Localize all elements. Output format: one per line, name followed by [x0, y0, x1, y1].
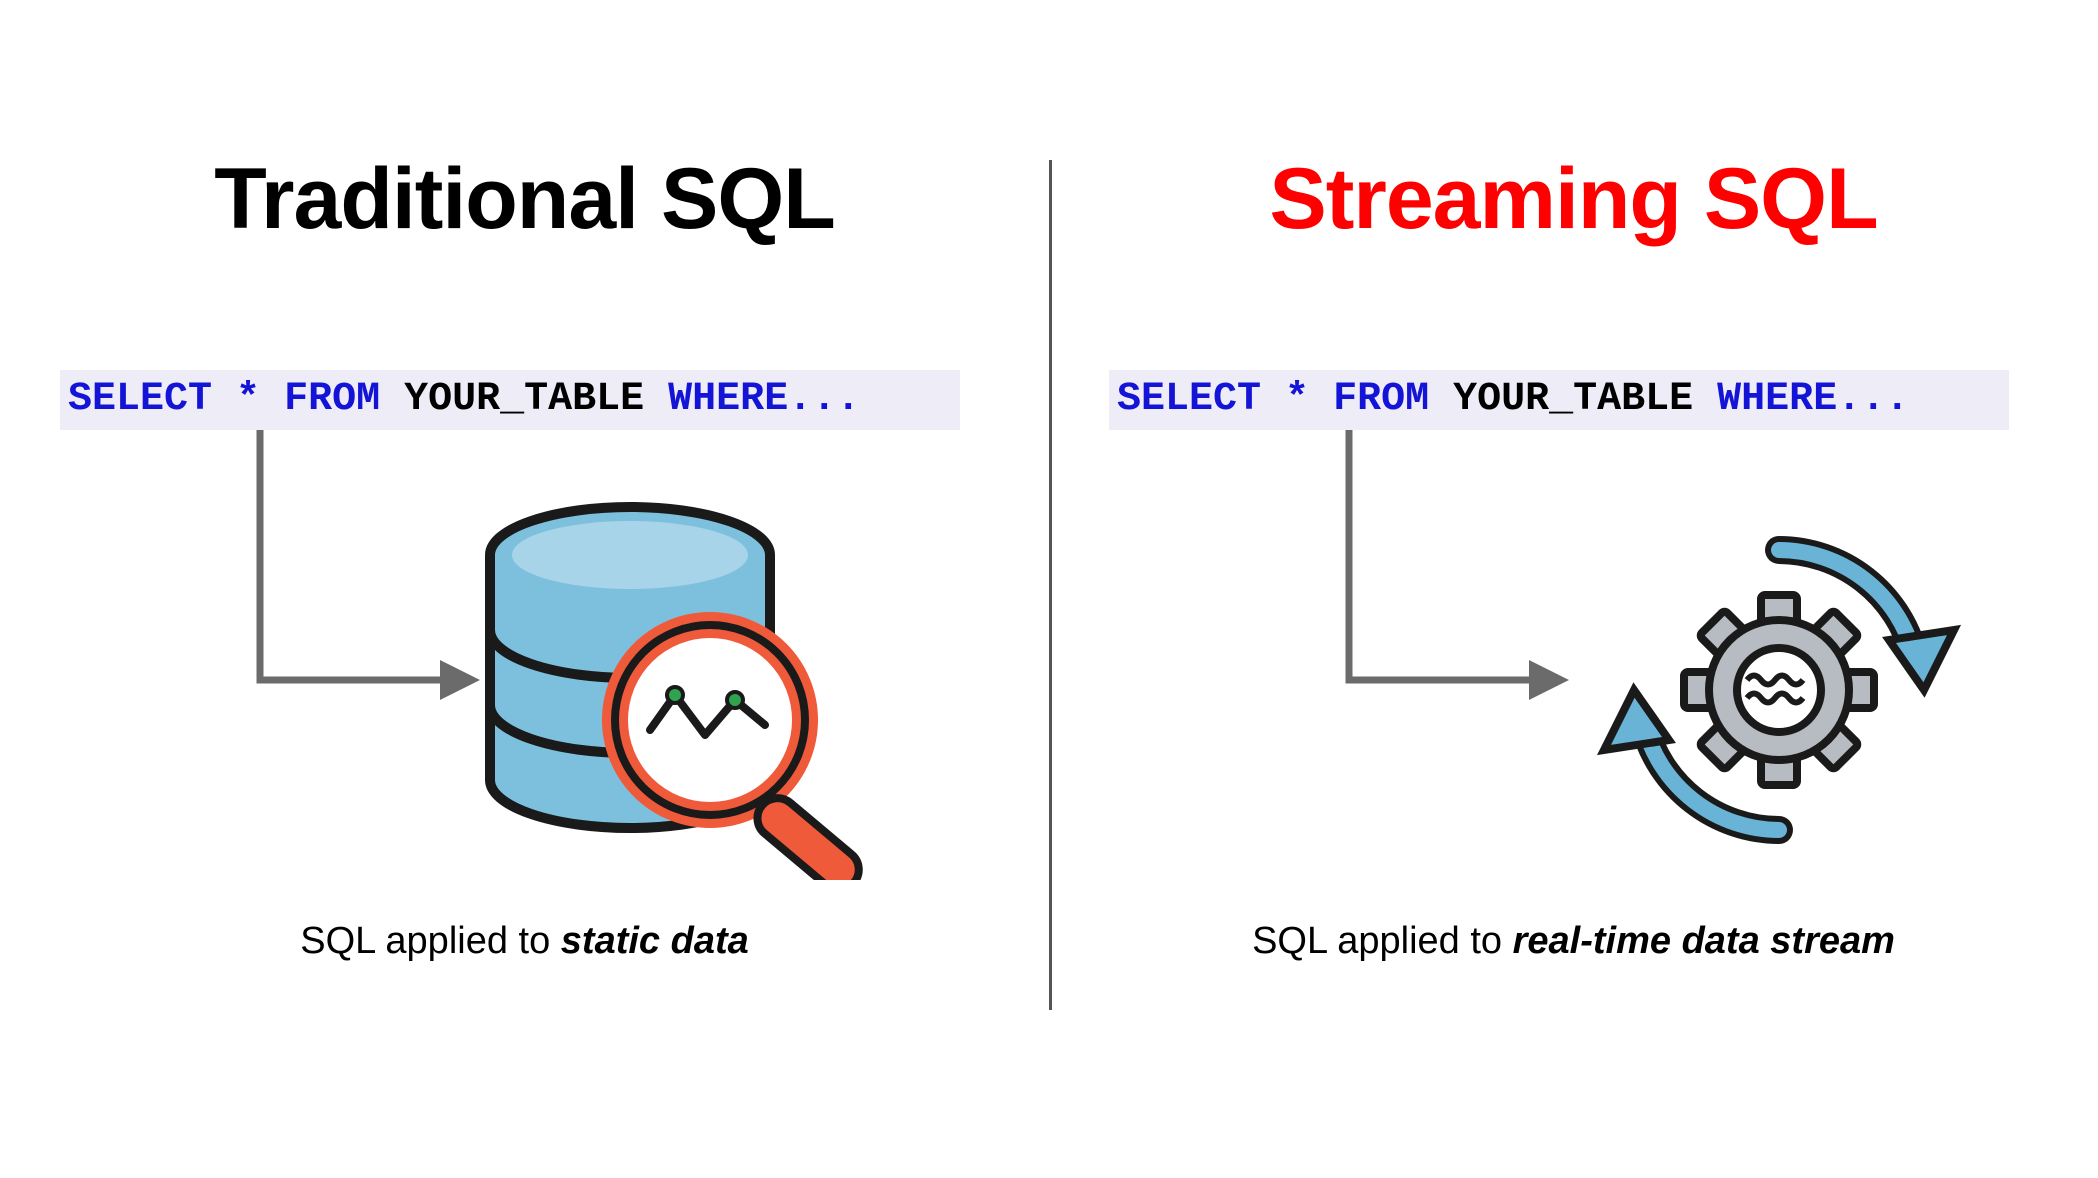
right-sql-code: SELECT * FROM YOUR_TABLE WHERE... — [1109, 370, 2009, 430]
sql-keyword: FROM — [1333, 377, 1429, 422]
left-sql-code: SELECT * FROM YOUR_TABLE WHERE... — [60, 370, 960, 430]
sql-star: * — [236, 377, 260, 422]
sql-keyword: WHERE... — [668, 377, 860, 422]
stream-gear-icon — [1589, 510, 1969, 870]
sql-keyword: WHERE... — [1717, 377, 1909, 422]
sql-keyword: FROM — [284, 377, 380, 422]
left-caption: SQL applied to static data — [0, 920, 1049, 963]
right-title: Streaming SQL — [1049, 150, 2098, 249]
right-arrow — [1329, 430, 1589, 740]
sql-keyword: SELECT — [68, 377, 212, 422]
left-panel: Traditional SQL SELECT * FROM YOUR_TABLE… — [0, 0, 1049, 1178]
sql-table: YOUR_TABLE — [1453, 377, 1693, 422]
database-search-icon — [460, 500, 880, 880]
caption-text: SQL applied to — [1252, 920, 1513, 962]
diagram-stage: Traditional SQL SELECT * FROM YOUR_TABLE… — [0, 0, 2098, 1178]
right-panel: Streaming SQL SELECT * FROM YOUR_TABLE W… — [1049, 0, 2098, 1178]
caption-text: SQL applied to — [300, 920, 561, 962]
sql-keyword: SELECT — [1117, 377, 1261, 422]
right-caption: SQL applied to real-time data stream — [1049, 920, 2098, 963]
sql-star: * — [1285, 377, 1309, 422]
caption-em: static data — [561, 920, 749, 962]
sql-table: YOUR_TABLE — [404, 377, 644, 422]
left-title: Traditional SQL — [0, 150, 1049, 249]
caption-em: real-time data stream — [1513, 920, 1895, 962]
